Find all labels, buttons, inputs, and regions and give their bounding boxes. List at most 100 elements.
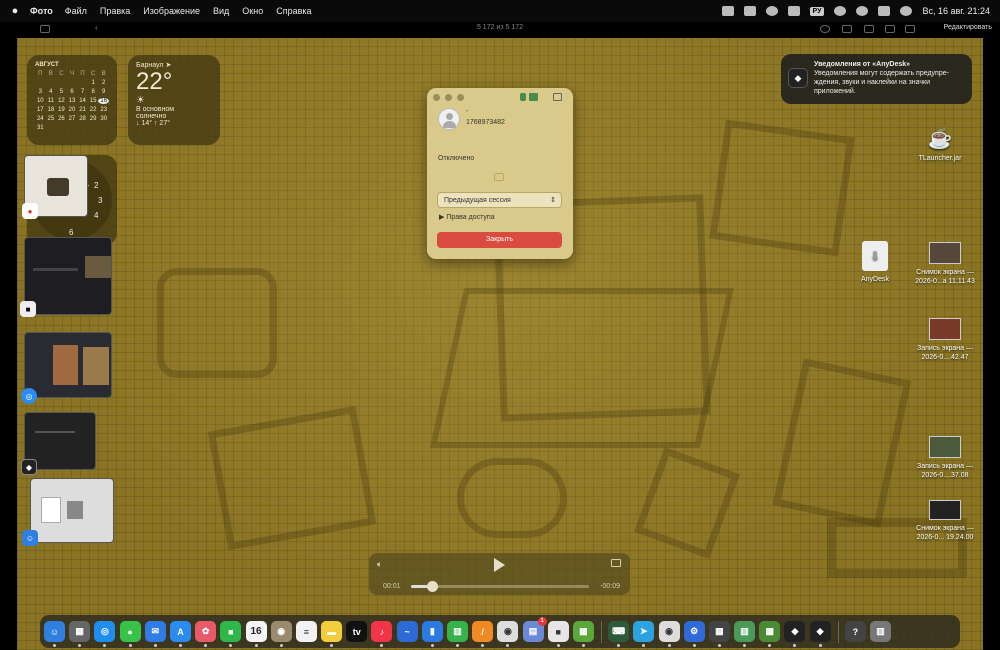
reminders-icon[interactable]: ≡ (295, 621, 317, 642)
notes-icon[interactable]: ▬ (321, 621, 343, 647)
menu-edit[interactable]: Правка (100, 6, 130, 16)
window-zoom-icon[interactable] (457, 94, 464, 101)
music-icon[interactable]: ♪ (371, 621, 393, 647)
calendar-day: 1 (91, 80, 95, 86)
safari-icon[interactable]: ◎ (94, 621, 116, 647)
session-select[interactable]: Предыдущая сессия ⇕ (437, 192, 562, 208)
scrubber-knob[interactable] (427, 581, 439, 592)
terminal-app-icon[interactable]: ⌨ (608, 621, 630, 647)
calendar-widget[interactable]: АВГУСТ П В С Ч П С В 1 2 3 4 5 6 7 8 9 10 11 12 13 14 15 16 17 1… (27, 55, 117, 145)
appstore-icon[interactable]: A (169, 621, 191, 647)
weather-temperature: 22° (136, 68, 173, 95)
edit-button[interactable]: Редактировать (944, 24, 992, 31)
desktop-icon-label: Снимок экрана — (916, 269, 974, 276)
enhance-icon[interactable] (905, 25, 915, 33)
video-controls: 🔈︎ 00:01 -00:09 (369, 553, 630, 595)
messages-icon[interactable]: ● (119, 621, 141, 647)
pages-icon[interactable]: / (472, 621, 494, 647)
desktop-icon-recording-2[interactable]: Запись экрана — 2026-0....37.08 (905, 436, 985, 480)
wallpaper-pixel-shape (709, 119, 855, 257)
volume-icon[interactable]: 🔈︎ (377, 559, 382, 570)
finder-icon[interactable]: ☺ (44, 621, 65, 647)
monitor-icon[interactable] (529, 93, 538, 101)
facetime-icon[interactable]: ■ (220, 621, 242, 647)
running-indicator (667, 644, 671, 647)
permissions-toggle[interactable]: ▶ Права доступа (439, 213, 495, 221)
window-close-icon[interactable] (433, 94, 440, 101)
menu-help[interactable]: Справка (276, 6, 311, 16)
telegram-icon[interactable]: ➤ (633, 621, 655, 647)
menu-window[interactable]: Окно (242, 6, 263, 16)
info-icon[interactable] (820, 25, 830, 33)
appletv-icon[interactable]: tv (346, 621, 368, 642)
finder-window-thumbnail[interactable] (30, 478, 114, 543)
anydesk-address[interactable]: 1768973482 (466, 119, 505, 126)
search-icon[interactable] (856, 6, 869, 16)
anydesk-notification[interactable]: ◆ Уведомления от «AnyDesk» Уведомления м… (781, 54, 972, 104)
mail-icon[interactable]: ✉ (144, 621, 166, 647)
rocket-icon[interactable] (743, 6, 756, 16)
contacts-icon[interactable]: ◉ (270, 621, 292, 647)
desktop-icon-anydesk[interactable]: ⬇ AnyDesk (835, 241, 915, 284)
disclosure-triangle-icon: ▶ (439, 214, 445, 221)
minecraft-icon[interactable]: ▩ (572, 621, 594, 647)
chrome-running-icon[interactable]: ◉ (658, 621, 680, 647)
battery-icon[interactable] (787, 6, 800, 16)
calculator-icon[interactable]: ▦ (708, 621, 730, 647)
vpn-icon[interactable] (765, 6, 778, 16)
roblox-icon-glyph: ■ (555, 626, 561, 637)
calendar-day: 22 (89, 107, 97, 113)
desktop-icon-screenshot-2[interactable]: Снимок экрана — 2026-0... 19.24.00 (905, 500, 985, 542)
menu-image[interactable]: Изображение (143, 6, 200, 16)
chrome-icon[interactable]: ◉ (497, 621, 519, 647)
weather-widget[interactable]: Барнаул ➤ 22° ☀ В основном солнечно ↓ 14… (128, 55, 220, 145)
keynote-icon[interactable]: ▮ (421, 621, 443, 647)
freeform-icon[interactable]: ~ (396, 621, 418, 642)
control-center-icon[interactable] (878, 6, 891, 16)
play-icon[interactable] (494, 558, 505, 572)
running-indicator (818, 644, 822, 647)
share-icon[interactable] (842, 25, 852, 33)
calendar-day: 5 (59, 89, 64, 95)
menu-file[interactable]: Файл (65, 6, 87, 16)
telegram-icon-glyph: ➤ (640, 626, 648, 636)
settings-icon[interactable]: ⚙ (683, 621, 705, 647)
favorite-icon[interactable] (864, 25, 874, 33)
roblox-icon[interactable]: ■ (547, 621, 569, 647)
anydesk-icon[interactable]: ◆ (784, 621, 806, 647)
safari-window-thumbnail[interactable] (24, 332, 112, 398)
calendar-icon[interactable]: 16 (245, 621, 267, 647)
window-minimize-icon[interactable] (445, 94, 452, 101)
running-indicator (53, 644, 56, 647)
elapsed-time: 00:01 (383, 583, 401, 590)
menu-view[interactable]: Вид (213, 6, 229, 16)
preview-icon[interactable]: ▤ 1 (522, 617, 547, 642)
desktop-icon-screenshot-1[interactable]: Снимок экрана — 2026-0...а 11.11.43 (905, 242, 985, 286)
rotate-icon[interactable] (885, 25, 895, 33)
trash-icon[interactable]: ▥ (870, 621, 891, 642)
games-icon[interactable]: ▥ (734, 621, 756, 647)
apple-menu-icon[interactable]: ● (0, 5, 30, 17)
sidebar-icon[interactable] (553, 93, 562, 101)
desktop-icon-recording-1[interactable]: Запись экрана — 2026-0....42.47 (905, 318, 985, 362)
minecraft-running-icon[interactable]: ▩ (759, 621, 781, 647)
chrome-icon: ● (22, 203, 38, 219)
desktop-icon-tlauncher[interactable]: ☕ TLauncher.jar (900, 128, 980, 163)
minecraft-icon-glyph: ▩ (579, 626, 588, 636)
chrome-icon-glyph: ◉ (503, 626, 512, 636)
input-language[interactable]: РУ (809, 6, 825, 16)
photos-icon[interactable]: ✿ (195, 621, 217, 647)
menu-clock[interactable]: Вс, 16 авг. 21:24 (922, 6, 990, 16)
siri-icon[interactable] (900, 6, 913, 16)
anydesk-2-icon[interactable]: ◆ (809, 621, 831, 647)
close-session-button[interactable]: Закрыть (437, 232, 562, 248)
wifi-icon[interactable] (834, 6, 847, 16)
numbers-icon[interactable]: ▥ (447, 621, 468, 647)
launchpad-icon[interactable]: ▦ (69, 621, 91, 647)
calendar-day: 30 (100, 116, 108, 122)
help-icon[interactable]: ? (844, 621, 866, 642)
tray-app-icon[interactable] (721, 6, 734, 16)
menu-app-name[interactable]: Фото (30, 6, 53, 16)
roblox-window-thumbnail[interactable] (24, 237, 112, 315)
airplay-icon[interactable] (611, 559, 621, 567)
